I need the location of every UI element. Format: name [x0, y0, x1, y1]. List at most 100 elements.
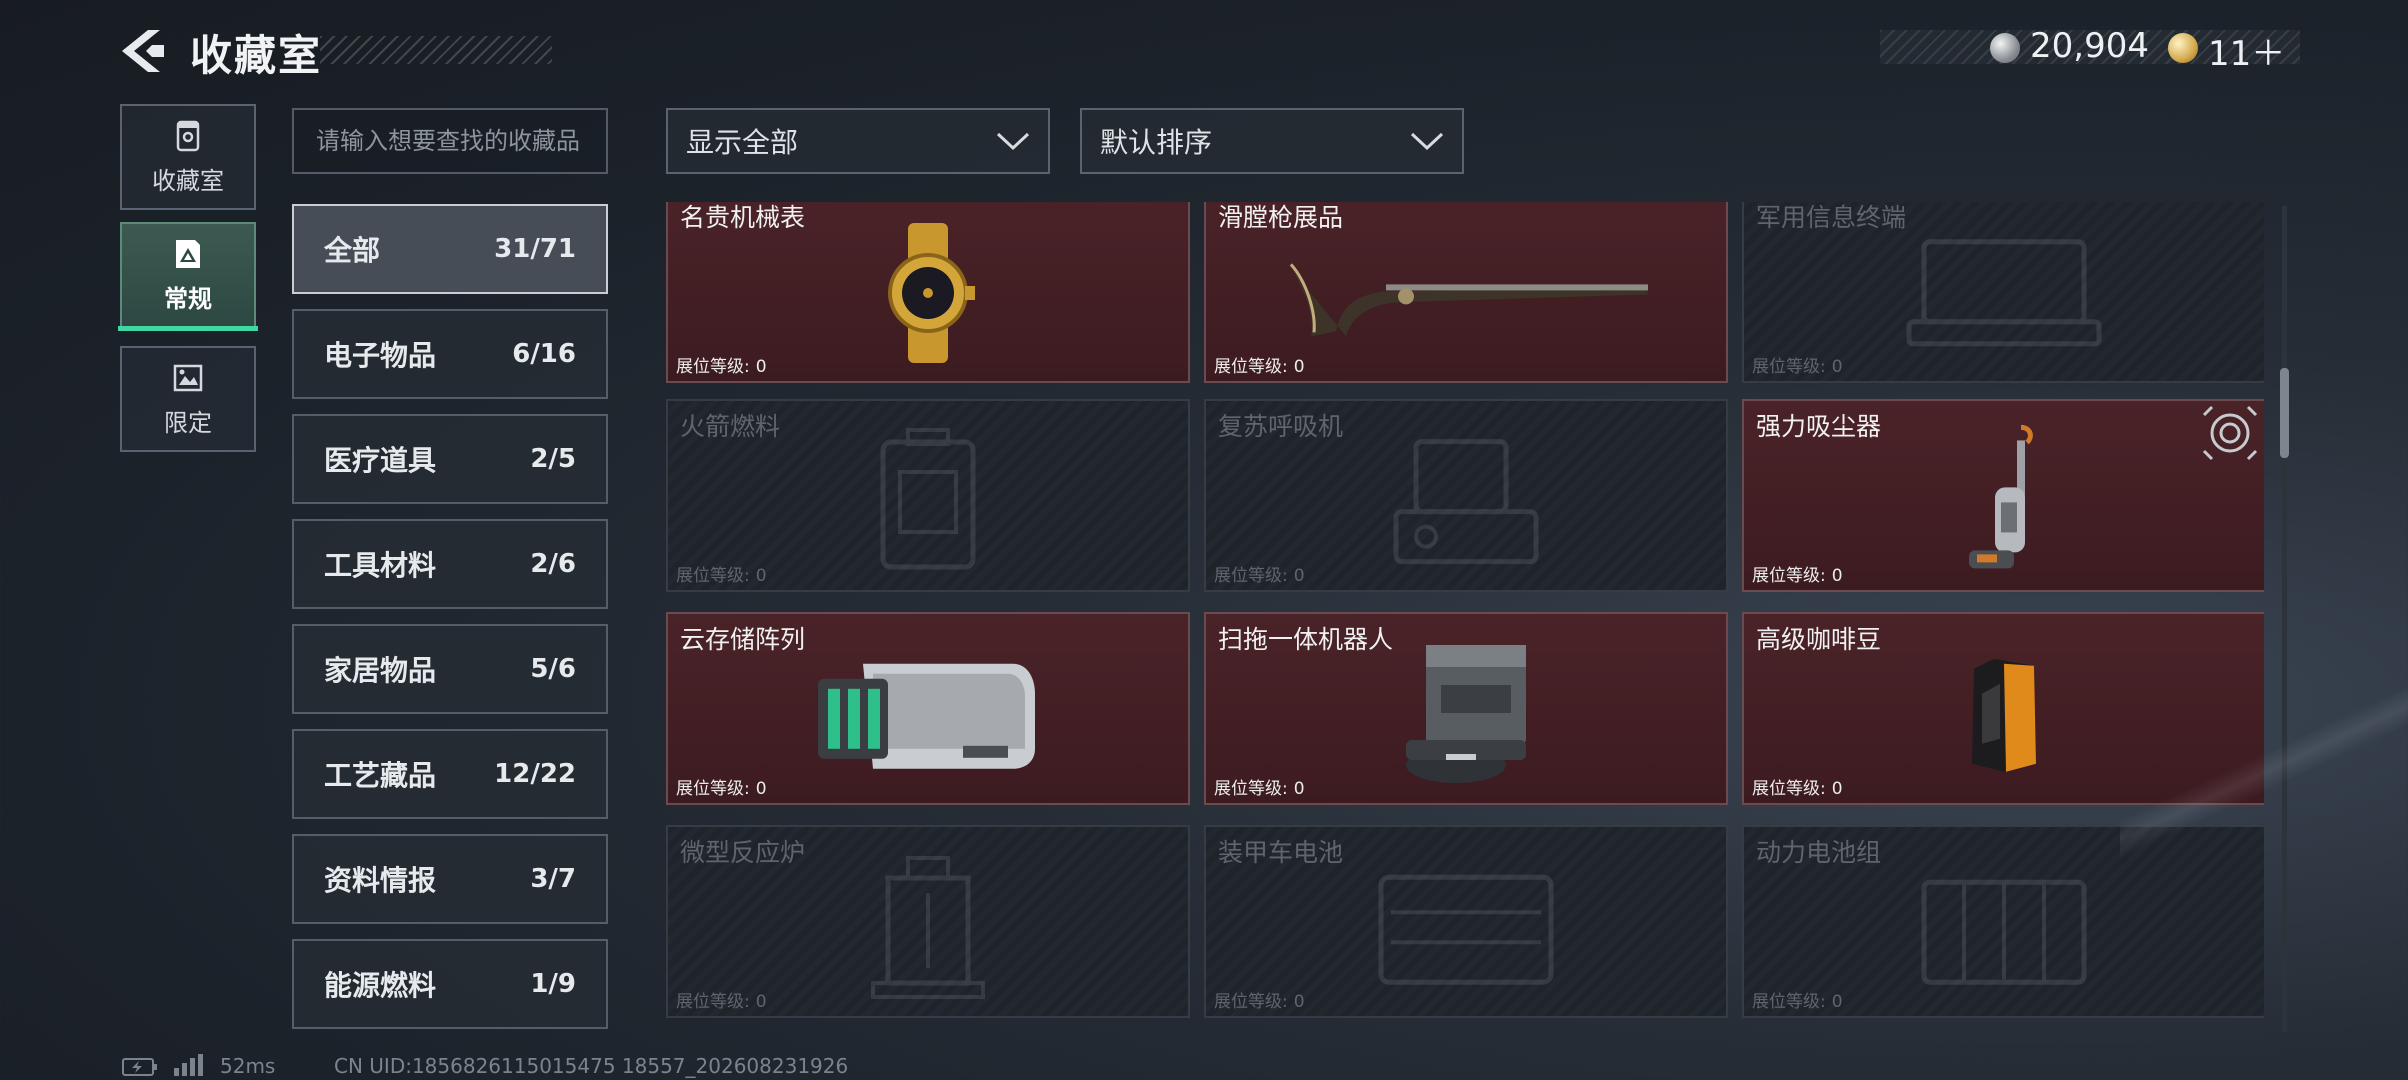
gold-coin-icon	[2168, 33, 2198, 63]
collection-card[interactable]: 火箭燃料 展位等级: 0	[666, 399, 1190, 592]
nav-label: 常规	[164, 284, 212, 313]
search-input[interactable]	[292, 108, 608, 174]
collection-grid: 名贵机械表 展位等级: 0 滑膛枪展品 展位等级: 0 军用信息终端 展位等级: 0	[664, 202, 2264, 1032]
collection-card[interactable]: 装甲车电池 展位等级: 0	[1204, 825, 1728, 1018]
booth-level-value: 0	[755, 357, 767, 377]
booth-level-label: 展位等级:	[1214, 566, 1288, 586]
item-name: 名贵机械表	[680, 203, 806, 232]
gold-currency-value[interactable]: 11＋	[2208, 26, 2285, 75]
filter-dropdown[interactable]: 显示全部	[666, 108, 1050, 174]
booth-level: 展位等级: 0	[676, 987, 767, 1012]
collection-card[interactable]: 复苏呼吸机 展位等级: 0	[1204, 399, 1728, 592]
grid-scrollbar[interactable]	[2282, 206, 2287, 1032]
category-count: 6/16	[512, 339, 576, 369]
page-title: 收藏室	[190, 31, 323, 80]
booth-level-label: 展位等级:	[676, 992, 750, 1012]
category-name: 能源燃料	[324, 969, 437, 1002]
category-name: 工艺藏品	[324, 759, 437, 792]
booth-level-label: 展位等级:	[1752, 566, 1826, 586]
terminal-icon	[1906, 238, 2102, 346]
category-name: 工具材料	[324, 549, 437, 582]
collection-card[interactable]: 云存储阵列 展位等级: 0	[666, 612, 1190, 805]
booth-level-value: 0	[1831, 566, 1843, 586]
booth-level-value: 0	[1293, 357, 1305, 377]
booth-level: 展位等级: 0	[1214, 987, 1305, 1012]
booth-level-label: 展位等级:	[1214, 779, 1288, 799]
nav-label: 限定	[164, 408, 212, 437]
item-name: 装甲车电池	[1218, 838, 1344, 867]
category-household[interactable]: 家居物品 5/6	[292, 624, 608, 714]
nav-collection-room[interactable]: 收藏室	[120, 104, 256, 210]
item-name: 复苏呼吸机	[1218, 412, 1344, 441]
collection-card[interactable]: 动力电池组 展位等级: 0	[1742, 825, 2264, 1018]
item-name: 高级咖啡豆	[1756, 625, 1882, 654]
collection-card[interactable]: 强力吸尘器 展位等级: 0	[1742, 399, 2264, 592]
category-tools[interactable]: 工具材料 2/6	[292, 519, 608, 609]
item-name: 动力电池组	[1756, 838, 1882, 867]
collection-card[interactable]: 滑膛枪展品 展位等级: 0	[1204, 202, 1728, 383]
category-energy[interactable]: 能源燃料 1/9	[292, 939, 608, 1029]
booth-level-value: 0	[755, 779, 767, 799]
ventilator-icon	[1393, 438, 1539, 564]
booth-level: 展位等级: 0	[1214, 352, 1305, 377]
booth-level-value: 0	[1831, 357, 1843, 377]
watch-icon	[888, 222, 975, 363]
booth-level-label: 展位等级:	[676, 566, 750, 586]
collection-card[interactable]: 扫拖一体机器人 展位等级: 0	[1204, 612, 1728, 805]
vacuum-icon	[1969, 424, 2033, 568]
filter-dropdown-value: 显示全部	[686, 126, 799, 159]
booth-level: 展位等级: 0	[676, 561, 767, 586]
uid-text: CN UID:1856826115015475 18557_2026082319…	[334, 1054, 849, 1078]
booth-level-label: 展位等级:	[676, 357, 750, 377]
booth-level: 展位等级: 0	[1752, 987, 1843, 1012]
limited-card-icon	[173, 364, 203, 391]
booth-level-label: 展位等级:	[1752, 357, 1826, 377]
booth-level: 展位等级: 0	[676, 774, 767, 799]
sort-dropdown-value: 默认排序	[1100, 126, 1213, 159]
category-all[interactable]: 全部 31/71	[292, 204, 608, 294]
regular-card-icon	[176, 239, 200, 268]
target-reticle-icon[interactable]	[2200, 403, 2260, 463]
back-arrow-icon	[122, 30, 164, 72]
grid-scrollbar-thumb[interactable]	[2280, 368, 2289, 458]
category-name: 电子物品	[324, 339, 437, 372]
item-name: 扫拖一体机器人	[1218, 625, 1394, 654]
item-name: 火箭燃料	[680, 412, 781, 441]
nav-limited[interactable]: 限定	[120, 346, 256, 452]
booth-level: 展位等级: 0	[1752, 774, 1843, 799]
category-crafts[interactable]: 工艺藏品 12/22	[292, 729, 608, 819]
category-count: 12/22	[494, 759, 576, 789]
back-button[interactable]	[118, 28, 166, 74]
nav-regular[interactable]: 常规	[120, 222, 256, 328]
booth-level-value: 0	[1293, 779, 1305, 799]
coffee-bag-icon	[1972, 658, 2036, 772]
battery-icon	[1378, 874, 1554, 985]
booth-level-label: 展位等级:	[1752, 992, 1826, 1012]
category-intel[interactable]: 资料情报 3/7	[292, 834, 608, 924]
category-count: 1/9	[530, 969, 576, 999]
category-count: 2/5	[530, 444, 576, 474]
booth-level: 展位等级: 0	[1752, 561, 1843, 586]
collection-card[interactable]: 军用信息终端 展位等级: 0	[1742, 202, 2264, 383]
item-name: 强力吸尘器	[1756, 412, 1882, 441]
booth-level-value: 0	[1293, 992, 1305, 1012]
battery-status-icon	[122, 1058, 157, 1076]
booth-level: 展位等级: 0	[676, 352, 767, 377]
musket-icon	[1281, 255, 1648, 336]
collection-card[interactable]: 名贵机械表 展位等级: 0	[666, 202, 1190, 383]
category-count: 5/6	[530, 654, 576, 684]
booth-level-value: 0	[755, 992, 767, 1012]
category-electronics[interactable]: 电子物品 6/16	[292, 309, 608, 399]
booth-level-label: 展位等级:	[1214, 357, 1288, 377]
robot-vacuum-icon	[1406, 644, 1526, 783]
ping-text: 52ms	[220, 1054, 276, 1078]
collection-room-icon	[176, 120, 200, 151]
category-name: 资料情报	[324, 864, 437, 897]
category-count: 2/6	[530, 549, 576, 579]
collection-card[interactable]: 微型反应炉 展位等级: 0	[666, 825, 1190, 1018]
booth-level-label: 展位等级:	[676, 779, 750, 799]
collection-card[interactable]: 高级咖啡豆 展位等级: 0	[1742, 612, 2264, 805]
category-name: 全部	[324, 234, 381, 267]
category-medical[interactable]: 医疗道具 2/5	[292, 414, 608, 504]
sort-dropdown[interactable]: 默认排序	[1080, 108, 1464, 174]
